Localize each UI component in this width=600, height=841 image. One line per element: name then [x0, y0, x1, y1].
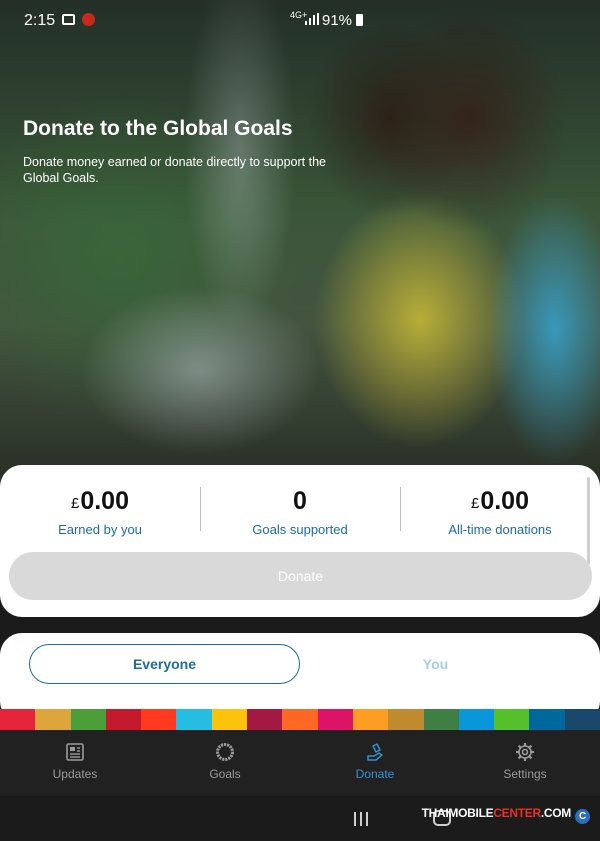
- currency-symbol: £: [70, 495, 80, 512]
- stat-value: £0.00: [0, 487, 200, 516]
- stat-amount: 0.00: [80, 487, 129, 515]
- nav-donate[interactable]: Donate: [325, 742, 425, 781]
- sdg-color-block: [247, 709, 283, 730]
- stat-amount: 0: [293, 487, 307, 515]
- stat-goals-supported: 0 Goals supported: [200, 487, 400, 537]
- newspaper-icon: [66, 743, 84, 761]
- currency-symbol: £: [470, 495, 480, 512]
- status-bar: 2:15 4G+ 91%: [0, 0, 600, 40]
- sdg-color-block: [141, 709, 177, 730]
- stat-value: 0: [200, 487, 400, 516]
- stat-label: Goals supported: [252, 522, 348, 537]
- stat-label: All-time donations: [448, 522, 552, 537]
- sdg-color-block: [211, 709, 248, 730]
- sdg-color-block: [564, 709, 600, 730]
- page-title: Donate to the Global Goals: [23, 117, 293, 140]
- sdg-color-block: [423, 709, 459, 730]
- gallery-notification-icon: [62, 14, 75, 25]
- segment-you-button[interactable]: You: [300, 644, 571, 684]
- watermark-emphasis: CENTER: [493, 806, 541, 820]
- status-time: 2:15: [24, 12, 56, 29]
- watermark-prefix: THAIMOBILE: [421, 806, 494, 820]
- watermark: THAIMOBILECENTER.COM C: [422, 806, 590, 824]
- battery-percentage: 91%: [322, 12, 353, 29]
- sdg-color-block: [282, 709, 318, 730]
- watermark-logo-icon: C: [575, 809, 590, 824]
- stat-all-time-donations: £0.00 All-time donations: [400, 487, 600, 537]
- donate-button[interactable]: Donate: [9, 552, 592, 600]
- nav-label: Donate: [355, 767, 395, 781]
- sdg-color-strip: [0, 709, 600, 730]
- battery-icon: [356, 14, 363, 26]
- sdg-color-block: [176, 709, 212, 730]
- stat-amount: 0.00: [480, 487, 529, 515]
- nav-goals[interactable]: Goals: [175, 742, 275, 781]
- watermark-suffix: .COM: [540, 806, 571, 820]
- sdg-color-block: [105, 709, 142, 730]
- sdg-color-block: [317, 709, 353, 730]
- gear-icon: [516, 743, 534, 761]
- donate-hand-icon: [367, 743, 383, 761]
- sdg-color-block: [70, 709, 106, 730]
- scrollbar[interactable]: [587, 477, 590, 565]
- app-notification-icon: [82, 13, 95, 26]
- page-subtitle: Donate money earned or donate directly t…: [23, 155, 326, 185]
- nav-label: Updates: [52, 767, 98, 781]
- sdg-color-block: [352, 709, 389, 730]
- goals-wheel-icon: [216, 743, 234, 761]
- segment-everyone-button[interactable]: Everyone: [29, 644, 300, 684]
- sdg-color-block: [529, 709, 565, 730]
- nav-label: Settings: [503, 767, 547, 781]
- system-navigation-bar: THAIMOBILECENTER.COM C: [0, 796, 600, 841]
- sdg-color-block: [0, 709, 36, 730]
- hero-overlay: [0, 0, 600, 500]
- recent-apps-icon[interactable]: [354, 812, 370, 826]
- stat-value: £0.00: [400, 487, 600, 516]
- nav-label: Goals: [209, 767, 241, 781]
- sdg-color-block: [35, 709, 71, 730]
- bottom-navigation: Updates Goals Donate Settings: [0, 730, 600, 796]
- stats-card: £0.00 Earned by you 0 Goals supported £0…: [0, 465, 600, 617]
- stat-earned-by-you: £0.00 Earned by you: [0, 487, 200, 537]
- signal-strength-icon: [305, 13, 319, 25]
- sdg-color-block: [388, 709, 424, 730]
- sdg-color-block: [458, 709, 495, 730]
- sdg-color-block: [494, 709, 530, 730]
- stat-label: Earned by you: [58, 522, 142, 537]
- nav-settings[interactable]: Settings: [475, 742, 575, 781]
- nav-updates[interactable]: Updates: [25, 742, 125, 781]
